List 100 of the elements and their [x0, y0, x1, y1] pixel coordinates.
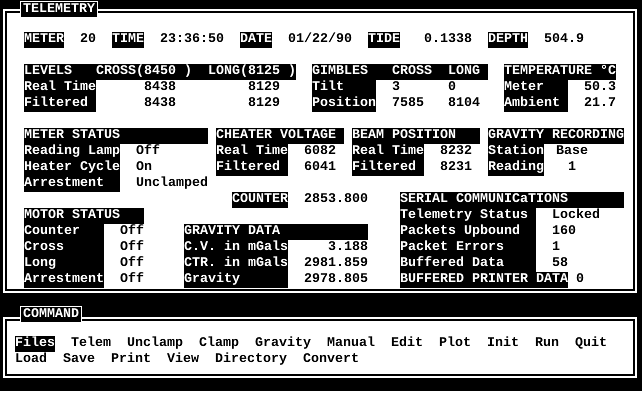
value-text: 0 [448, 80, 457, 96]
value-text: 3 [392, 80, 401, 96]
row-label: Packets Upbound [400, 224, 536, 240]
menu-item[interactable]: Plot [439, 336, 471, 352]
row-label: Ambient [504, 96, 568, 112]
value-text: 6082 [304, 144, 337, 160]
value-text: 7585 [392, 96, 425, 112]
row-label: Reading Lamp [24, 144, 120, 160]
row-label: Gravity [184, 272, 288, 288]
menu-item[interactable]: Load [15, 352, 47, 368]
row-label: Filtered [24, 96, 96, 112]
menu-item[interactable]: View [167, 352, 199, 368]
value-text: 8232 [440, 144, 473, 160]
field-value: 504.9 [544, 32, 584, 48]
row-label: Long [24, 256, 104, 272]
menu-item[interactable]: Save [63, 352, 95, 368]
value-text: 160 [552, 224, 577, 240]
field-value: 2853.800 [304, 192, 368, 208]
value-text: Off [136, 144, 161, 160]
row-label: Cross [24, 240, 104, 256]
row-label: Filtered [352, 160, 424, 176]
value-text: 8438 [143, 80, 176, 96]
value-text: 58 [552, 256, 569, 272]
value-text: Locked [552, 208, 601, 224]
menu-item[interactable]: Init [487, 336, 519, 352]
menu-item[interactable]: Manual [327, 336, 375, 352]
row-label: Real Time [24, 80, 96, 96]
window-title: TELEMETRY [20, 1, 98, 18]
field-value: 23:36:50 [160, 32, 224, 48]
value-text: On [136, 160, 153, 176]
row-label: C.V. in mGals [184, 240, 288, 256]
column-header: CROSS(8450 ) [96, 64, 192, 80]
value-text: 6041 [304, 160, 337, 176]
value-text: Base [555, 144, 589, 160]
column-header: METER STATUS [24, 128, 120, 144]
value-text: 1 [552, 240, 561, 256]
value-text: Off [120, 224, 144, 240]
menu-item[interactable]: Run [535, 336, 559, 352]
menu-item[interactable]: Quit [575, 336, 607, 352]
column-header: GRAVITY RECORDING [488, 128, 624, 144]
field-value: 0 [576, 272, 584, 288]
column-header: SERIAL COMMUNICaTIONS [400, 192, 568, 208]
field-value: 0.1338 [424, 32, 472, 48]
field-label: TIDE [368, 32, 400, 48]
column-header: MOTOR STATUS [24, 208, 120, 224]
field-label: DATE [240, 32, 272, 48]
menu-item[interactable]: Convert [302, 352, 359, 368]
value-text: Off [120, 272, 144, 288]
row-label: Meter [504, 80, 568, 96]
menu-item[interactable]: Unclamp [127, 336, 183, 352]
menu-item[interactable]: Clamp [199, 336, 239, 352]
column-header: CROSS [392, 64, 432, 80]
field-value: 20 [80, 32, 96, 48]
row-label: Arrestment [24, 176, 120, 192]
row-label: Counter [24, 224, 104, 240]
column-header: LEVELS [24, 64, 72, 80]
field-label: TIME [112, 32, 144, 48]
value-text: 8231 [440, 160, 473, 176]
value-text: 8438 [143, 96, 176, 112]
menu-item[interactable]: Edit [391, 336, 423, 352]
menu-item[interactable]: Print [111, 352, 151, 368]
value-text: 50.3 [583, 80, 616, 96]
menu-item[interactable]: Directory [215, 352, 287, 368]
value-text: 2978.805 [303, 272, 368, 288]
menu-item[interactable]: Telem [71, 336, 111, 352]
row-label: Reading [488, 160, 544, 176]
value-text: Unclamped [136, 176, 208, 192]
row-label: Buffered Data [400, 256, 536, 272]
row-label: Station [488, 144, 544, 160]
value-text: 8104 [448, 96, 481, 112]
value-text: 8129 [247, 80, 280, 96]
row-label: Real Time [352, 144, 424, 160]
menu-item[interactable]: Files [15, 336, 55, 352]
column-header: LONG(8125 ) [208, 64, 296, 80]
column-header: LONG [448, 64, 480, 80]
value-text: 3.188 [327, 240, 368, 256]
value-text: Off [120, 240, 144, 256]
row-label: Telemetry Status [400, 208, 536, 224]
column-header: BEAM POSITION [352, 128, 456, 144]
window-title: COMMAND [20, 306, 82, 323]
value-text: 8129 [247, 96, 280, 112]
row-label: Tilt [312, 80, 376, 96]
row-label: Arrestment [24, 272, 104, 288]
column-header: GIMBLES [312, 64, 368, 80]
row-label: Real Time [216, 144, 288, 160]
field-value: 01/22/90 [288, 32, 352, 48]
column-header: TEMPERATURE °C [504, 64, 616, 80]
column-header: GRAVITY DATA [184, 224, 280, 240]
row-label: Position [312, 96, 376, 112]
value-text: 21.7 [583, 96, 616, 112]
value-text: Off [120, 256, 144, 272]
row-label: Heater Cycle [24, 160, 120, 176]
row-label: CTR. in mGals [184, 256, 288, 272]
value-text: 1 [567, 160, 577, 176]
row-label: Filtered [216, 160, 288, 176]
field-label: METER [24, 32, 64, 48]
field-label: DEPTH [488, 32, 528, 48]
field-label: COUNTER [232, 192, 288, 208]
menu-item[interactable]: Gravity [255, 336, 311, 352]
value-text: 2981.859 [303, 256, 368, 272]
